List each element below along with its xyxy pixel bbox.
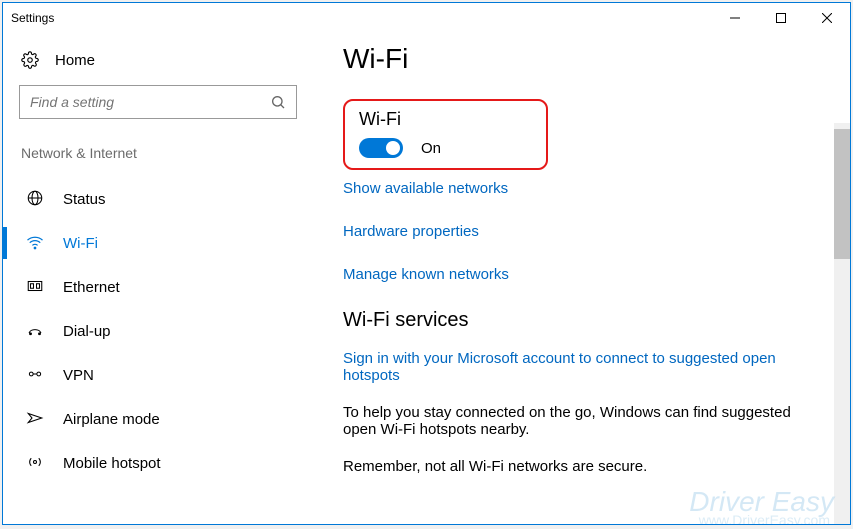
link-manage-known-networks[interactable]: Manage known networks [343,266,820,283]
sidebar-item-label: VPN [63,367,94,384]
sidebar-item-wifi[interactable]: Wi-Fi [19,221,297,265]
search-icon [270,94,286,110]
scrollbar[interactable] [834,123,850,524]
titlebar: Settings [3,3,850,33]
settings-window: Settings Home [2,2,851,525]
page-title: Wi-Fi [343,43,820,75]
sidebar-item-ethernet[interactable]: Ethernet [19,265,297,309]
gear-icon [21,51,39,69]
minimize-button[interactable] [712,3,758,33]
wifi-toggle-row: On [359,138,532,158]
main-content: Wi-Fi Wi-Fi On Show available networks H… [313,33,850,524]
sidebar-item-label: Wi-Fi [63,235,98,252]
search-box[interactable] [19,85,297,119]
airplane-icon [25,409,45,429]
sidebar-item-airplane[interactable]: Airplane mode [19,397,297,441]
sidebar-item-label: Status [63,191,106,208]
services-paragraph-2: Remember, not all Wi-Fi networks are sec… [343,458,798,475]
hotspot-icon [25,453,45,473]
maximize-button[interactable] [758,3,804,33]
wifi-heading: Wi-Fi [359,109,532,130]
sidebar-nav: Status Wi-Fi Ether [19,177,297,485]
sidebar-item-label: Ethernet [63,279,120,296]
ethernet-icon [25,277,45,297]
vpn-icon [25,365,45,385]
home-label: Home [55,52,95,69]
sidebar-item-status[interactable]: Status [19,177,297,221]
wifi-toggle-label: On [421,140,441,157]
highlight-annotation: Wi-Fi On [343,99,548,170]
wifi-services-heading: Wi-Fi services [343,309,820,332]
scrollbar-thumb[interactable] [834,129,850,259]
link-hardware-properties[interactable]: Hardware properties [343,223,820,240]
wifi-icon [25,233,45,253]
sidebar-item-label: Airplane mode [63,411,160,428]
services-paragraph-1: To help you stay connected on the go, Wi… [343,404,798,438]
sidebar-section-title: Network & Internet [21,145,297,161]
dialup-icon [25,321,45,341]
link-signin-microsoft[interactable]: Sign in with your Microsoft account to c… [343,350,798,384]
home-button[interactable]: Home [19,45,297,85]
globe-icon [25,189,45,209]
sidebar-item-dialup[interactable]: Dial-up [19,309,297,353]
close-button[interactable] [804,3,850,33]
sidebar-item-label: Dial-up [63,323,111,340]
link-show-available-networks[interactable]: Show available networks [343,180,820,197]
wifi-toggle[interactable] [359,138,403,158]
search-input[interactable] [30,94,270,110]
window-controls [712,3,850,33]
window-body: Home Network & Internet [3,33,850,524]
sidebar-item-label: Mobile hotspot [63,455,161,472]
window-title: Settings [11,11,54,25]
toggle-knob [386,141,400,155]
sidebar: Home Network & Internet [3,33,313,524]
sidebar-item-hotspot[interactable]: Mobile hotspot [19,441,297,485]
sidebar-item-vpn[interactable]: VPN [19,353,297,397]
